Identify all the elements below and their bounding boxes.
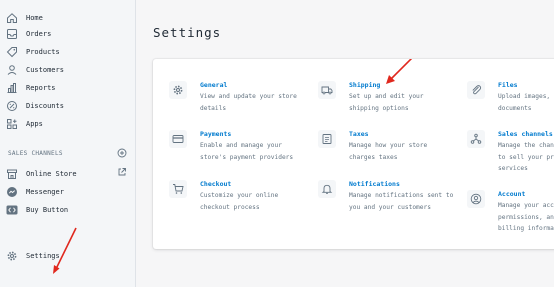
settings-item-notifications[interactable]: Notifications Manage notifications sent …: [318, 180, 453, 213]
settings-icon: [6, 250, 18, 262]
sidebar-item-products[interactable]: Products: [6, 45, 60, 59]
settings-item-title[interactable]: Account: [498, 190, 554, 199]
page-title: Settings: [153, 25, 222, 40]
account-icon: [467, 190, 485, 208]
sidebar-item-label: Orders: [26, 30, 52, 38]
settings-item-desc: Customize your online: [200, 192, 279, 199]
sidebar-item-home[interactable]: Home: [6, 11, 43, 25]
settings-item-desc: Manage how your store: [349, 142, 428, 149]
sidebar-item-customers[interactable]: Customers: [6, 63, 64, 77]
sales-channels-heading: SALES CHANNELS: [8, 150, 63, 157]
settings-item-desc: store's payment providers: [200, 153, 294, 161]
settings-item-desc: documents: [498, 104, 532, 112]
sidebar-item-label: Messenger: [26, 188, 64, 196]
settings-item-desc: Enable and manage your: [200, 142, 282, 149]
settings-item-desc: you and your customers: [349, 203, 431, 211]
settings-item-sales-channels[interactable]: Sales channels Manage the channe to sell…: [467, 130, 554, 175]
sidebar-item-messenger[interactable]: Messenger: [6, 185, 64, 199]
settings-item-desc: Manage your accou: [498, 202, 554, 209]
external-link-icon[interactable]: [117, 167, 127, 177]
sidebar-item-label: Buy Button: [26, 206, 69, 214]
checkout-icon: [169, 180, 187, 198]
files-icon: [467, 81, 485, 99]
sidebar-item-reports[interactable]: Reports: [6, 81, 56, 95]
discounts-icon: [6, 100, 18, 112]
annotation-arrow: [386, 59, 413, 84]
settings-item-desc: Set up and edit your: [349, 93, 424, 100]
buy-button-icon: [6, 204, 18, 216]
settings-item-title[interactable]: Files: [498, 81, 554, 90]
settings-item-title[interactable]: Taxes: [349, 130, 427, 139]
shipping-icon: [318, 81, 336, 99]
settings-item-desc: checkout process: [200, 203, 260, 211]
settings-item-desc: to sell your prod: [498, 153, 554, 161]
sidebar-item-orders[interactable]: Orders: [6, 27, 51, 41]
messenger-icon: [6, 186, 18, 198]
settings-item-title[interactable]: Payments: [200, 130, 293, 139]
add-icon[interactable]: [117, 148, 127, 158]
settings-item-desc: charges taxes: [349, 153, 398, 161]
settings-item-payments[interactable]: Payments Enable and manage your store's …: [169, 130, 293, 163]
settings-item-desc: Upload images, vi: [498, 93, 554, 100]
products-icon: [6, 46, 18, 58]
settings-item-title[interactable]: Checkout: [200, 180, 278, 189]
home-icon: [6, 12, 18, 24]
settings-item-title[interactable]: Sales channels: [498, 130, 554, 139]
sidebar-item-label: Customers: [26, 66, 64, 74]
customers-icon: [6, 64, 18, 76]
sidebar-item-label: Reports: [26, 84, 56, 92]
taxes-icon: [318, 130, 336, 148]
apps-icon: [6, 118, 18, 130]
sidebar-item-label: Discounts: [26, 102, 64, 110]
settings-item-desc: shipping options: [349, 104, 409, 112]
settings-item-desc: Manage the channe: [498, 142, 554, 149]
sales-channels-icon: [467, 130, 485, 148]
sidebar-item-discounts[interactable]: Discounts: [6, 99, 64, 113]
sidebar-item-label: Home: [26, 14, 43, 22]
store-icon: [6, 168, 18, 180]
settings-item-title[interactable]: General: [200, 81, 297, 90]
sidebar-item-buy-button[interactable]: Buy Button: [6, 203, 68, 217]
settings-card: General View and update your store detai…: [153, 59, 554, 249]
settings-item-taxes[interactable]: Taxes Manage how your store charges taxe…: [318, 130, 427, 163]
notifications-icon: [318, 180, 336, 198]
annotation-arrow: [53, 227, 77, 274]
orders-icon: [6, 28, 18, 40]
settings-item-desc: details: [200, 104, 227, 112]
settings-item-desc: billing informati: [498, 225, 554, 232]
reports-icon: [6, 82, 18, 94]
settings-item-account[interactable]: Account Manage your accou permissions, a…: [467, 190, 554, 235]
settings-item-general[interactable]: General View and update your store detai…: [169, 81, 297, 114]
main-content: Settings General View and update your st…: [137, 0, 554, 287]
settings-item-files[interactable]: Files Upload images, vi documents: [467, 81, 554, 114]
sidebar: Home Orders Products Customers Reports D…: [0, 0, 136, 287]
sidebar-item-online-store[interactable]: Online Store: [6, 167, 77, 181]
settings-item-checkout[interactable]: Checkout Customize your online checkout …: [169, 180, 278, 213]
sidebar-item-apps[interactable]: Apps: [6, 117, 43, 131]
payments-icon: [169, 130, 187, 148]
sidebar-item-label: Online Store: [26, 170, 77, 178]
sidebar-item-label: Apps: [26, 120, 43, 128]
settings-item-desc: permissions, and: [498, 213, 554, 221]
general-icon: [169, 81, 187, 99]
sidebar-item-label: Products: [26, 48, 60, 56]
settings-item-desc: services: [498, 165, 528, 172]
settings-item-desc: View and update your store: [200, 93, 297, 100]
settings-item-title[interactable]: Notifications: [349, 180, 453, 189]
settings-item-desc: Manage notifications sent to: [349, 192, 454, 199]
